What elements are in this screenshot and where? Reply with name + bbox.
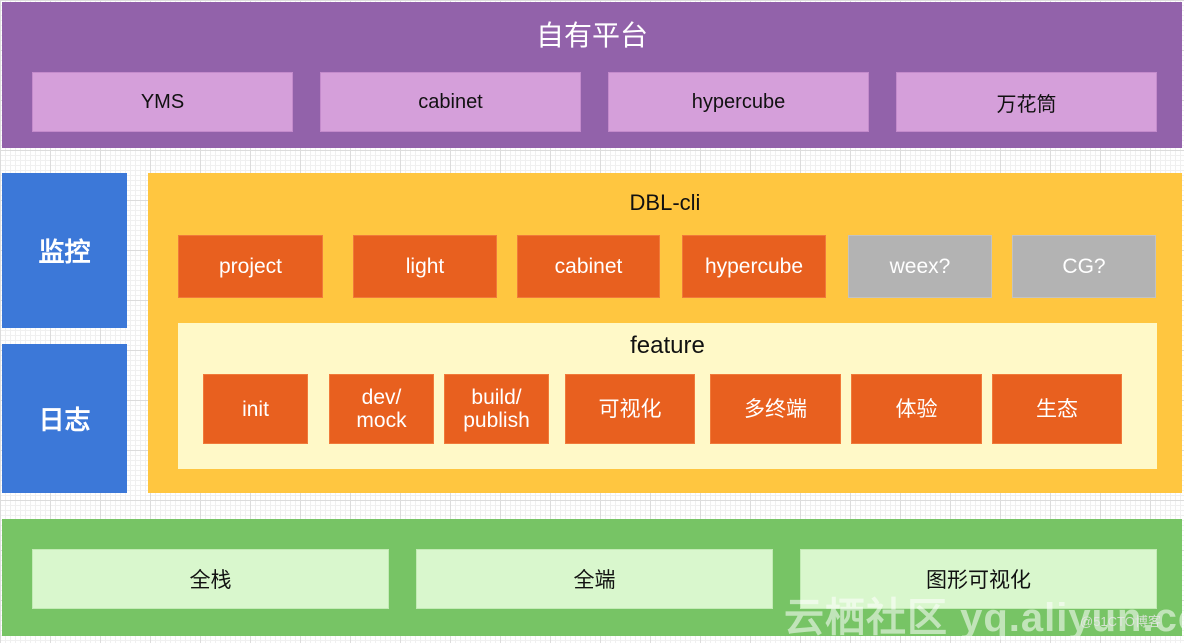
- cli-item-cabinet: cabinet: [517, 235, 660, 298]
- platform-item-hypercube: hypercube: [608, 72, 869, 132]
- platform-item-yms: YMS: [32, 72, 293, 132]
- cli-title: DBL-cli: [629, 190, 701, 215]
- cli-item-project: project: [178, 235, 323, 298]
- cli-item-hypercube: hypercube: [682, 235, 826, 298]
- cli-item-cg: CG?: [1012, 235, 1156, 298]
- cli-item-light: light: [353, 235, 497, 298]
- feature-item-ecosystem: 生态: [992, 374, 1122, 444]
- foundation-item-fullstack: 全栈: [32, 549, 389, 609]
- side-log: 日志: [2, 344, 127, 493]
- feature-item-build-publish: build/ publish: [444, 374, 549, 444]
- cli-item-weex: weex?: [848, 235, 992, 298]
- platform-item-cabinet: cabinet: [320, 72, 581, 132]
- side-monitor: 监控: [2, 173, 127, 328]
- feature-item-init: init: [203, 374, 308, 444]
- foundation-item-fullend: 全端: [416, 549, 773, 609]
- feature-title: feature: [630, 332, 705, 359]
- feature-item-experience: 体验: [851, 374, 982, 444]
- platform-item-kaleidoscope: 万花筒: [896, 72, 1157, 132]
- feature-item-multi-terminal: 多终端: [710, 374, 841, 444]
- feature-item-visualization: 可视化: [565, 374, 695, 444]
- feature-item-dev-mock: dev/ mock: [329, 374, 434, 444]
- watermark-sub: @51CTO博客: [1080, 614, 1161, 629]
- platform-title: 自有平台: [535, 20, 648, 51]
